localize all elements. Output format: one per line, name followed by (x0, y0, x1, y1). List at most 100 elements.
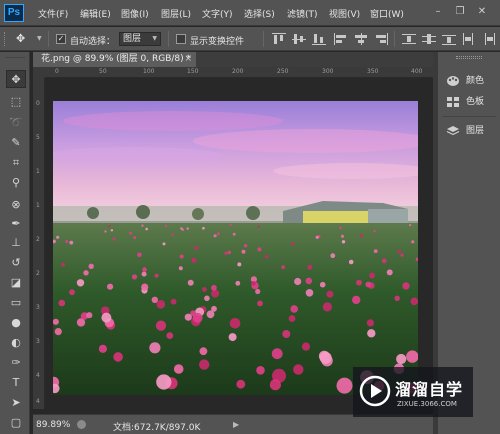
shape-tool-icon[interactable]: ▢ (6, 414, 26, 432)
panel-layers[interactable]: 图层 (444, 123, 500, 139)
eyedropper-tool-icon[interactable]: ⚲ (6, 174, 26, 192)
distribute-left-icon[interactable] (462, 33, 476, 45)
chevron-down-icon: ▼ (152, 35, 157, 42)
photoshop-logo: Ps (4, 4, 24, 22)
vertical-ruler: 0 5 1 1 2 2 3 3 4 4 (33, 78, 45, 409)
menu-type[interactable]: 文字(Y) (202, 7, 233, 20)
panel-color-label: 颜色 (466, 76, 485, 86)
menu-file[interactable]: 文件(F) (38, 7, 68, 20)
menu-select[interactable]: 选择(S) (244, 7, 275, 20)
quick-select-tool-icon[interactable]: ✎ (6, 134, 26, 152)
menu-window[interactable]: 窗口(W) (370, 7, 404, 20)
distribute-vcenter-icon[interactable] (422, 33, 436, 45)
ruler-label: 1 (36, 168, 40, 175)
options-bar: ✥ ▼ ✓ 自动选择： 图层 ▼ 显示变换控件 (0, 27, 500, 51)
path-select-tool-icon[interactable]: ➤ (6, 394, 26, 412)
menu-filter[interactable]: 滤镜(T) (287, 7, 318, 20)
menu-layer[interactable]: 图层(L) (161, 7, 191, 20)
show-transform-checkbox[interactable] (176, 34, 186, 44)
history-brush-tool-icon[interactable]: ↺ (6, 254, 26, 272)
status-info-icon[interactable] (77, 420, 86, 429)
move-tool-icon[interactable]: ✥ (6, 70, 26, 88)
document-canvas[interactable] (45, 78, 433, 409)
ruler-label: 4 (36, 372, 40, 379)
clone-stamp-tool-icon[interactable]: ⊥ (6, 234, 26, 252)
options-grip (4, 32, 6, 46)
panel-swatches-label: 色板 (466, 97, 485, 107)
crop-tool-icon[interactable]: ⌗ (6, 154, 26, 172)
marquee-tool-icon[interactable]: ⬚ (6, 93, 26, 111)
ruler-label: 5 (36, 134, 40, 141)
status-menu-arrow-icon[interactable]: ▶ (233, 420, 239, 429)
ruler-label: 2 (36, 236, 40, 243)
panel-layers-label: 图层 (466, 126, 485, 136)
panel-swatches[interactable]: 色板 (444, 94, 500, 110)
align-left-icon[interactable] (334, 33, 348, 45)
align-vcenter-icon[interactable] (292, 33, 306, 45)
play-logo-icon (359, 375, 391, 407)
divider (168, 31, 169, 47)
type-tool-icon[interactable]: T (6, 374, 26, 392)
close-icon[interactable]: × (184, 52, 192, 67)
chevron-down-icon[interactable]: ▼ (37, 35, 42, 42)
minimize-button[interactable]: – (431, 5, 445, 19)
ruler-label: 150 (187, 68, 199, 75)
divider (442, 116, 496, 117)
ruler-label: 200 (232, 68, 244, 75)
distribute-top-icon[interactable] (402, 33, 416, 45)
auto-select-dropdown[interactable]: 图层 ▼ (119, 32, 161, 46)
watermark-title: 溜溜自学 (395, 380, 464, 399)
align-right-icon[interactable] (374, 33, 388, 45)
tools-panel: ✥ ⬚ ➰ ✎ ⌗ ⚲ ⊗ ✒ ⊥ ↺ ◪ ▭ ● ◐ ✑ T ➤ ▢ (0, 52, 30, 434)
align-top-icon[interactable] (272, 33, 286, 45)
close-button[interactable]: ✕ (475, 5, 489, 19)
ruler-corner (33, 67, 45, 78)
align-bottom-icon[interactable] (312, 33, 326, 45)
ruler-label: 4 (36, 398, 40, 405)
menu-image[interactable]: 图像(I) (121, 7, 149, 20)
move-tool-icon[interactable]: ✥ (16, 32, 25, 45)
ruler-label: 3 (36, 304, 40, 311)
document-tab[interactable]: 花.png @ 89.9% (图层 0, RGB/8) * × (33, 52, 196, 67)
auto-select-label: 自动选择： (70, 37, 116, 47)
ruler-label: 0 (36, 100, 40, 107)
ruler-label: 1 (36, 202, 40, 209)
dodge-tool-icon[interactable]: ◐ (6, 334, 26, 352)
layers-icon (446, 126, 460, 136)
distribute-right-icon[interactable] (482, 33, 496, 45)
ruler-label: 250 (277, 68, 289, 75)
menu-bar: Ps 文件(F) 编辑(E) 图像(I) 图层(L) 文字(Y) 选择(S) 滤… (0, 0, 500, 26)
status-bar: 89.89% 文档:672.7K/897.0K ▶ (33, 414, 433, 434)
gradient-tool-icon[interactable]: ▭ (6, 294, 26, 312)
brush-tool-icon[interactable]: ✒ (6, 215, 26, 233)
distribute-bottom-icon[interactable] (442, 33, 456, 45)
toolbar-grip (5, 57, 25, 58)
show-transform-label: 显示变换控件 (190, 37, 245, 47)
watermark: 溜溜自学 ZIXUE.3066.COM (353, 367, 473, 417)
swatches-icon (447, 97, 459, 107)
panel-color[interactable]: 颜色 (444, 73, 500, 89)
menu-edit[interactable]: 编辑(E) (80, 7, 111, 20)
ruler-label: 3 (36, 338, 40, 345)
auto-select-checkbox[interactable]: ✓ (56, 34, 66, 44)
rose-field-photo[interactable] (53, 101, 418, 395)
healing-brush-tool-icon[interactable]: ⊗ (6, 196, 26, 214)
divider (263, 31, 264, 47)
align-hcenter-icon[interactable] (354, 33, 368, 45)
document-tab-title: 花.png @ 89.9% (图层 0, RGB/8) * (41, 54, 192, 64)
document-tab-bar: 花.png @ 89.9% (图层 0, RGB/8) * × (33, 52, 433, 67)
pen-tool-icon[interactable]: ✑ (6, 354, 26, 372)
ruler-label: 2 (36, 270, 40, 277)
divider (394, 31, 395, 47)
eraser-tool-icon[interactable]: ◪ (6, 274, 26, 292)
watermark-url: ZIXUE.3066.COM (397, 400, 457, 408)
auto-select-value: 图层 (123, 34, 142, 44)
lasso-tool-icon[interactable]: ➰ (6, 114, 26, 132)
blur-tool-icon[interactable]: ● (6, 314, 26, 332)
divider (48, 31, 49, 47)
palette-icon (447, 76, 459, 86)
panel-grip (456, 56, 482, 59)
zoom-level[interactable]: 89.89% (36, 420, 70, 430)
menu-view[interactable]: 视图(V) (329, 7, 360, 20)
restore-button[interactable]: ❐ (453, 5, 467, 19)
